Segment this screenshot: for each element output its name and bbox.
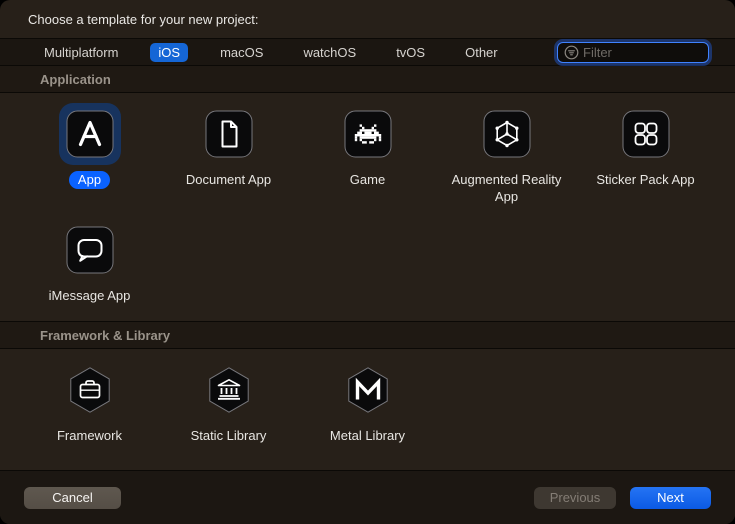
- template-label: Document App: [186, 171, 271, 188]
- template-label: Game: [350, 171, 385, 188]
- tab-tvos[interactable]: tvOS: [388, 43, 433, 62]
- tab-other[interactable]: Other: [457, 43, 506, 62]
- sticker-grid-icon: [622, 110, 670, 158]
- tab-watchos[interactable]: watchOS: [295, 43, 364, 62]
- template-label: Static Library: [191, 427, 267, 444]
- filter-field[interactable]: [557, 42, 709, 63]
- icon-frame: [198, 103, 260, 165]
- ar-cube-icon: [483, 110, 531, 158]
- document-icon: [205, 110, 253, 158]
- platform-tab-bar: Multiplatform iOS macOS watchOS tvOS Oth…: [0, 38, 735, 66]
- bank-hexagon-icon: [205, 366, 253, 414]
- icon-frame: [615, 103, 677, 165]
- template-static-library[interactable]: Static Library: [159, 359, 298, 444]
- section-title: Application: [40, 72, 111, 87]
- template-app[interactable]: App: [20, 103, 159, 205]
- icon-frame: [59, 219, 121, 281]
- platform-tabs: Multiplatform iOS macOS watchOS tvOS Oth…: [36, 43, 557, 62]
- template-label: Metal Library: [330, 427, 405, 444]
- template-augmented-reality-app[interactable]: Augmented Reality App: [437, 103, 576, 205]
- previous-button[interactable]: Previous: [534, 487, 616, 509]
- tab-ios[interactable]: iOS: [150, 43, 188, 62]
- dialog-title: Choose a template for your new project:: [0, 0, 735, 38]
- metal-m-hexagon-icon: [344, 366, 392, 414]
- template-label: iMessage App: [49, 287, 131, 304]
- selection-highlight: [59, 103, 121, 165]
- template-imessage-app[interactable]: iMessage App: [20, 219, 159, 304]
- section-header-application: Application: [0, 66, 735, 93]
- icon-frame: [59, 359, 121, 421]
- template-sticker-pack-app[interactable]: Sticker Pack App: [576, 103, 715, 205]
- template-framework[interactable]: Framework: [20, 359, 159, 444]
- section-title: Framework & Library: [40, 328, 170, 343]
- icon-frame: [198, 359, 260, 421]
- footer-bar: Cancel Previous Next: [0, 470, 735, 524]
- icon-frame: [337, 359, 399, 421]
- briefcase-hexagon-icon: [66, 366, 114, 414]
- icon-frame: [476, 103, 538, 165]
- template-label: Framework: [57, 427, 122, 444]
- space-invader-icon: [344, 110, 392, 158]
- next-button[interactable]: Next: [630, 487, 711, 509]
- template-label: App: [69, 171, 110, 189]
- filter-icon: [564, 45, 579, 60]
- application-template-grid: App Document App: [0, 93, 735, 321]
- message-bubble-icon: [66, 226, 114, 274]
- template-document-app[interactable]: Document App: [159, 103, 298, 205]
- icon-frame: [337, 103, 399, 165]
- new-project-template-dialog: Choose a template for your new project: …: [0, 0, 735, 524]
- template-game[interactable]: Game: [298, 103, 437, 205]
- filter-input[interactable]: [583, 45, 702, 60]
- tab-macos[interactable]: macOS: [212, 43, 271, 62]
- template-label: Augmented Reality App: [451, 171, 563, 205]
- footer-right-buttons: Previous Next: [534, 487, 711, 509]
- framework-library-template-grid: Framework Static Library: [0, 349, 735, 470]
- template-label: Sticker Pack App: [596, 171, 694, 188]
- cancel-button[interactable]: Cancel: [24, 487, 121, 509]
- app-a-icon: [66, 110, 114, 158]
- template-metal-library[interactable]: Metal Library: [298, 359, 437, 444]
- tab-multiplatform[interactable]: Multiplatform: [36, 43, 126, 62]
- section-header-framework-library: Framework & Library: [0, 321, 735, 349]
